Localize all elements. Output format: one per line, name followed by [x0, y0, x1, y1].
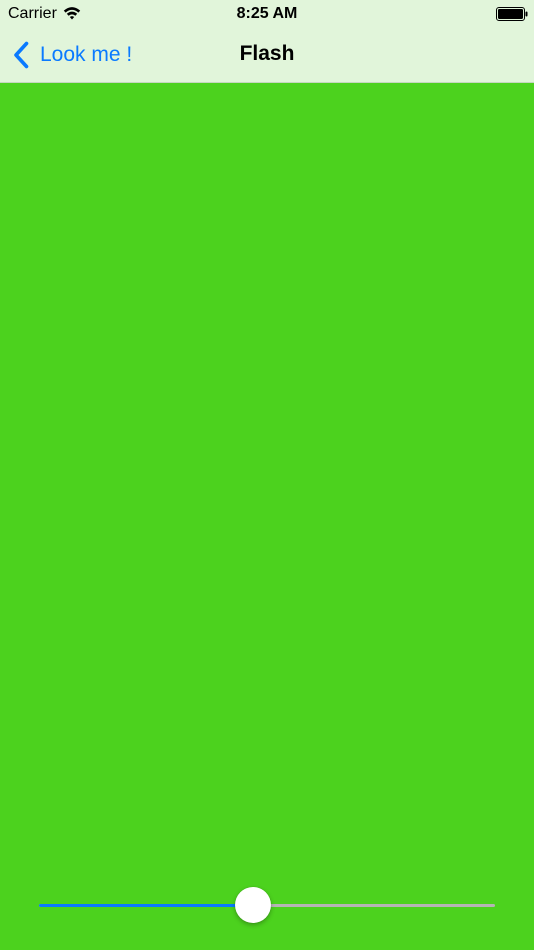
- slider-fill: [39, 904, 254, 907]
- brightness-slider[interactable]: [39, 885, 495, 925]
- page-title: Flash: [239, 42, 295, 65]
- flash-color-area: [0, 83, 534, 950]
- slider-thumb[interactable]: [235, 887, 272, 923]
- app-screen: Carrier 8:25 AM Look me ! Flash: [0, 0, 534, 950]
- navigation-bar: Look me ! Flash: [0, 28, 534, 82]
- status-bar: Carrier 8:25 AM: [0, 0, 534, 28]
- header: Carrier 8:25 AM Look me ! Flash: [0, 0, 534, 83]
- status-time: 8:25 AM: [236, 5, 298, 22]
- battery-icon: [496, 7, 528, 21]
